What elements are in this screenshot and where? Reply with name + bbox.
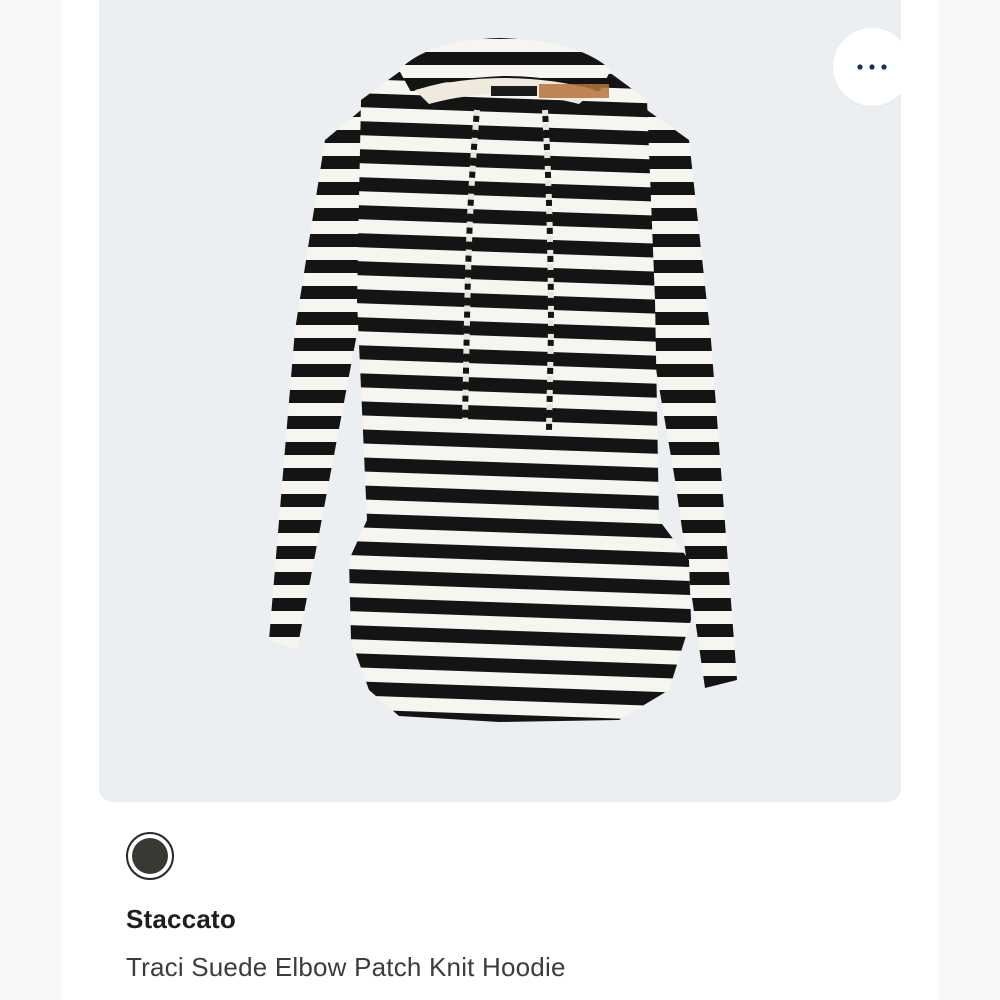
- product-card[interactable]: Staccato Traci Suede Elbow Patch Knit Ho…: [62, 0, 938, 1000]
- striped-hoodie-photo: [269, 38, 737, 722]
- product-image[interactable]: [99, 0, 901, 802]
- ellipsis-icon: [857, 64, 887, 70]
- color-swatch-fill: [132, 838, 168, 874]
- product-brand: Staccato: [126, 904, 236, 934]
- product-title[interactable]: Traci Suede Elbow Patch Knit Hoodie: [126, 952, 566, 983]
- color-swatch[interactable]: [126, 832, 174, 880]
- more-options-button[interactable]: [833, 28, 901, 106]
- right-gutter: [938, 0, 1000, 1000]
- left-gutter: [0, 0, 62, 1000]
